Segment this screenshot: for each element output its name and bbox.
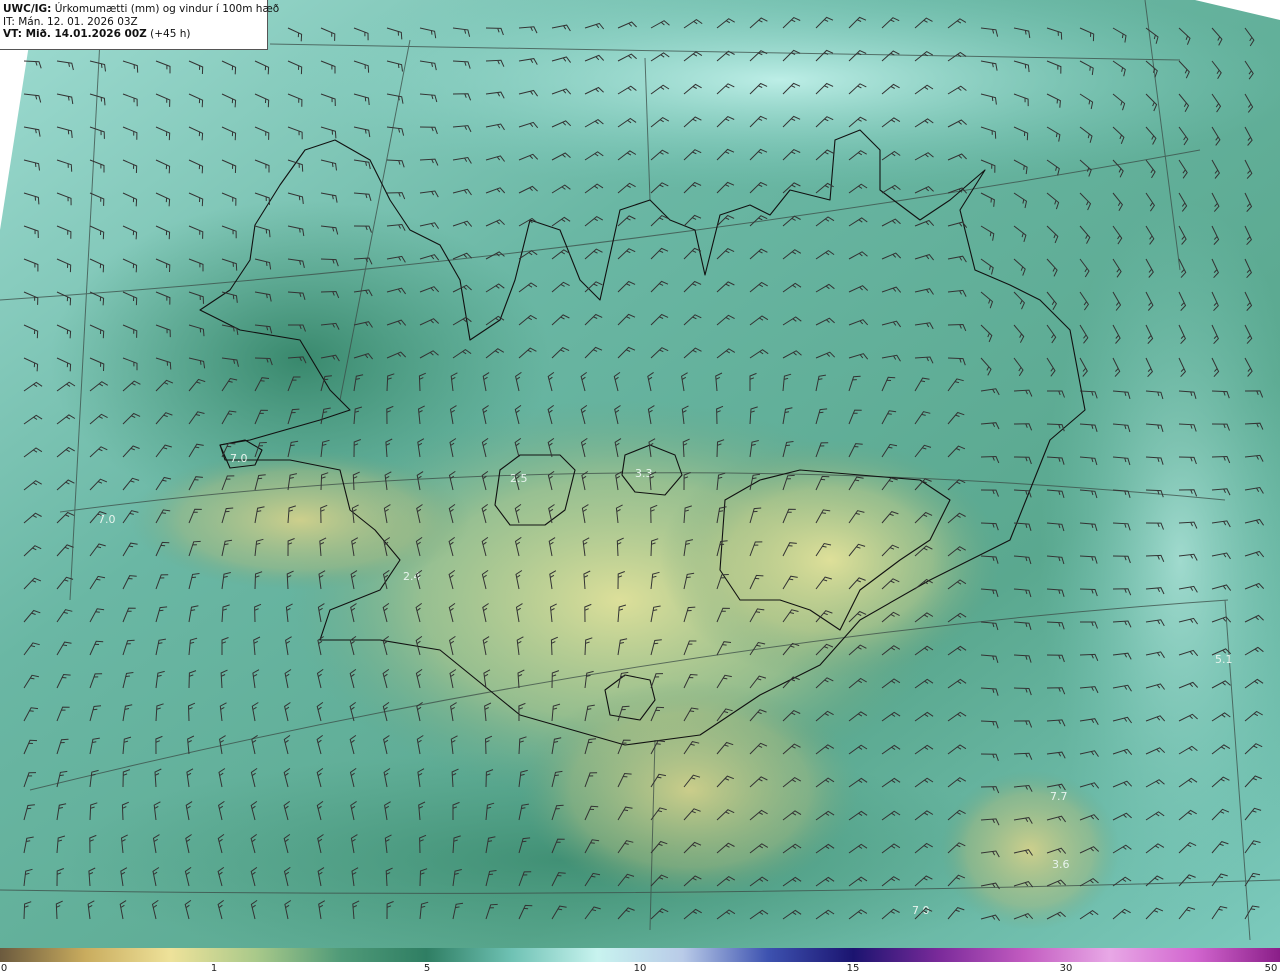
forecast-offset: (+45 h) — [150, 28, 191, 40]
value-label-2: 2.5 — [510, 472, 528, 485]
colorbar-tick-50: 50 — [1264, 963, 1278, 974]
valid-time: VT: Mið. 14.01.2026 00Z — [3, 28, 147, 40]
colorbar-tick-0: 0 — [0, 963, 8, 974]
colorbar-tick-10: 10 — [633, 963, 647, 974]
title-line: UWC/IG: Úrkomumætti (mm) og vindur í 100… — [3, 3, 279, 16]
value-label-1: 7.0 — [230, 452, 248, 465]
colorbar-tick-5: 5 — [423, 963, 431, 974]
colorbar-tick-1: 1 — [210, 963, 218, 974]
map-info-box: UWC/IG: Úrkomumætti (mm) og vindur í 100… — [0, 0, 279, 50]
valid-time-line: VT: Mið. 14.01.2026 00Z (+45 h) — [3, 28, 263, 41]
value-label-6: 7.7 — [1050, 790, 1068, 803]
shade-south-dry — [520, 680, 860, 900]
colorbar-scale — [0, 948, 1280, 962]
value-label-7: 3.6 — [1052, 858, 1070, 871]
model-name: UWC/IG: — [3, 3, 52, 15]
colorbar-tick-30: 30 — [1059, 963, 1073, 974]
colorbar-tick-15: 15 — [846, 963, 860, 974]
shade-east-dry — [660, 440, 1000, 680]
value-label-8: 7.0 — [912, 904, 930, 917]
initial-time: IT: Mán. 12. 01. 2026 03Z — [3, 15, 138, 28]
precipitation-map: 7.0 7.0 2.5 3.3 2.4 5.1 7.7 3.6 7.0 — [0, 0, 1280, 948]
map-title: Úrkomumætti (mm) og vindur í 100m hæð — [54, 3, 280, 15]
value-label-5: 5.1 — [1215, 653, 1233, 666]
colorbar: 0 1 5 10 15 30 50 — [0, 948, 1280, 978]
